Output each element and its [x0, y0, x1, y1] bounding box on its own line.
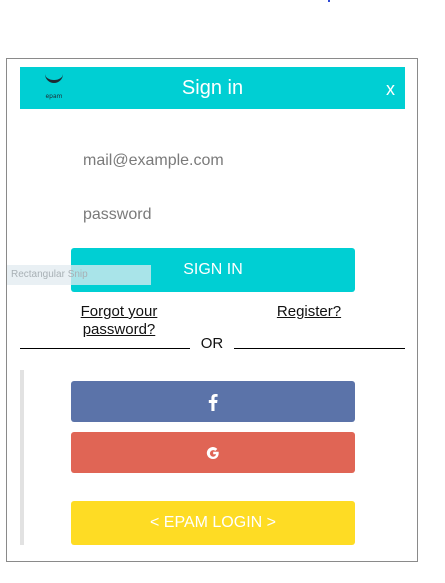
divider-right [234, 348, 405, 349]
snip-tooltip: Rectangular Snip [7, 265, 151, 285]
google-icon [206, 446, 219, 459]
facebook-login-button[interactable] [71, 381, 355, 422]
sign-in-dialog: epam Sign in x SIGN IN Rectangular Snip … [6, 58, 418, 562]
dialog-header: epam Sign in x [20, 67, 405, 109]
register-link[interactable]: Register? [269, 303, 349, 321]
page: epam Sign in x SIGN IN Rectangular Snip … [0, 0, 445, 583]
close-button[interactable]: x [386, 67, 395, 109]
forgot-password-link[interactable]: Forgot your password? [71, 303, 167, 339]
email-field[interactable] [77, 146, 367, 176]
divider-left [20, 348, 190, 349]
password-field[interactable] [77, 200, 367, 230]
dialog-title: Sign in [181, 77, 244, 99]
epam-login-button[interactable]: < EPAM LOGIN > [71, 501, 355, 545]
scrollbar-track[interactable] [20, 370, 24, 545]
or-separator: OR [200, 335, 224, 352]
google-login-button[interactable] [71, 432, 355, 473]
facebook-icon [208, 393, 218, 411]
cursor-dot [328, 0, 330, 2]
